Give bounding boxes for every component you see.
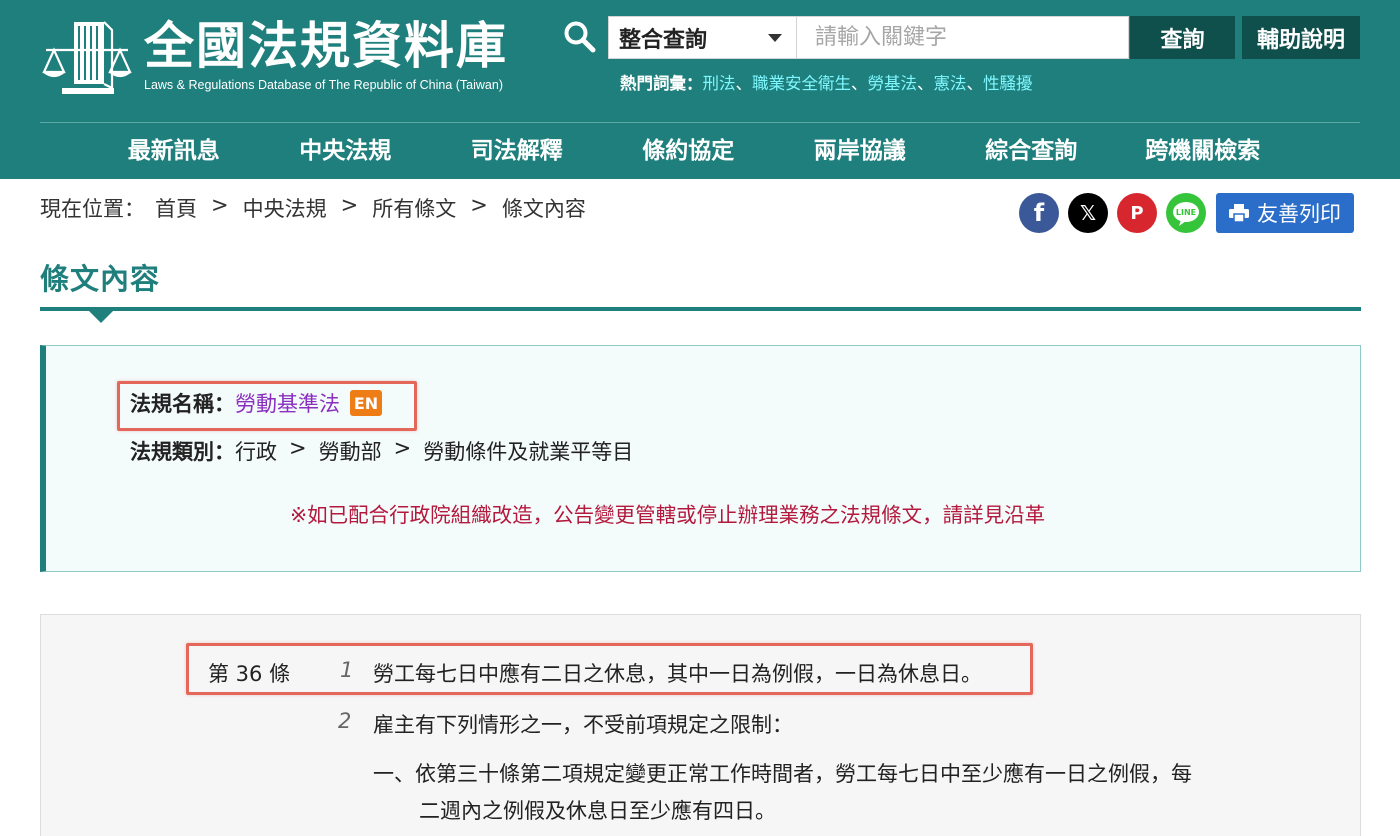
reorganization-notice: ※如已配合行政院組織改造，公告變更管轄或停止辦理業務之法規條文，請詳見沿革 — [290, 503, 1046, 527]
nav-item-integrated-search[interactable]: 綜合查詢 — [946, 128, 1118, 174]
facebook-icon[interactable]: f — [1019, 193, 1059, 233]
highlight-law-name — [117, 381, 417, 431]
site-header: 全國法規資料庫 Laws & Regulations Database of T… — [0, 0, 1400, 179]
breadcrumb: 現在位置： 首頁 > 中央法規 > 所有條文 > 條文內容 — [40, 193, 586, 223]
x-icon[interactable]: 𝕏 — [1068, 193, 1108, 233]
hot-term-link[interactable]: 性騷擾 — [983, 74, 1033, 93]
scales-of-justice-logo-icon — [42, 21, 132, 94]
site-subtitle: Laws & Regulations Database of The Repub… — [144, 78, 503, 92]
hot-term-link[interactable]: 勞基法 — [868, 74, 918, 93]
line-icon[interactable]: LINE — [1166, 193, 1206, 233]
law-category-item: 勞動條件及就業平等目 — [423, 440, 634, 464]
item-text: 一、依第三十條第二項規定變更正常工作時間者，勞工每七日中至少應有一日之例假，每 — [373, 762, 1192, 786]
help-button[interactable]: 輔助說明 — [1242, 16, 1360, 59]
chevron-down-icon — [768, 34, 782, 42]
breadcrumb-separator: > — [340, 193, 359, 217]
plurk-icon[interactable]: P — [1117, 193, 1157, 233]
breadcrumb-label: 現在位置： — [40, 197, 145, 221]
hot-term-separator: 、 — [851, 74, 868, 93]
breadcrumb-home[interactable]: 首頁 — [155, 193, 197, 223]
law-category-separator: > — [393, 436, 412, 460]
hot-term-separator: 、 — [966, 74, 984, 93]
share-bar: f 𝕏 P LINE — [1019, 193, 1215, 233]
paragraph-number: 2 — [338, 709, 352, 733]
line-bubble-icon: LINE — [1173, 202, 1199, 226]
breadcrumb-separator: > — [470, 193, 488, 217]
law-category-item: 勞動部 — [318, 440, 382, 464]
hot-term-separator: 、 — [917, 74, 934, 93]
hot-terms-label: 熱門詞彙： — [620, 74, 703, 93]
breadcrumb-current: 條文內容 — [501, 197, 586, 221]
breadcrumb-all-articles[interactable]: 所有條文 — [372, 193, 456, 223]
site-logo[interactable]: 全國法規資料庫 Laws & Regulations Database of T… — [40, 12, 540, 102]
title-pointer-icon — [89, 311, 113, 323]
nav-item-treaties[interactable]: 條約協定 — [603, 128, 775, 174]
title-underline — [40, 307, 1361, 311]
site-title: 全國法規資料庫 — [144, 17, 508, 75]
item-text-continued: 二週內之例假及休息日至少應有四日。 — [419, 799, 776, 823]
nav-item-judicial-interpretation[interactable]: 司法解釋 — [431, 128, 603, 174]
breadcrumb-central-regulations[interactable]: 中央法規 — [243, 193, 327, 223]
nav-item-cross-strait[interactable]: 兩岸協議 — [774, 128, 946, 174]
query-button[interactable]: 查詢 — [1130, 16, 1235, 59]
hot-term-link[interactable]: 職業安全衛生 — [752, 74, 851, 93]
breadcrumb-separator: > — [211, 193, 229, 217]
hot-terms: 熱門詞彙：刑法、職業安全衛生、勞基法、憲法、性騷擾 — [620, 70, 1033, 94]
main-nav: 最新訊息 中央法規 司法解釋 條約協定 兩岸協議 綜合查詢 跨機關檢索 — [88, 128, 1289, 174]
svg-text:LINE: LINE — [1176, 208, 1196, 217]
law-category-label: 法規類別： — [130, 440, 235, 464]
highlight-article-36 — [186, 643, 1033, 695]
paragraph-text: 雇主有下列情形之一，不受前項規定之限制： — [373, 713, 793, 737]
search-icon — [564, 21, 596, 53]
law-category-row: 法規類別： 行政 > 勞動部 > 勞動條件及就業平等目 — [130, 436, 633, 466]
hot-term-link[interactable]: 刑法 — [703, 74, 736, 93]
hot-term-separator: 、 — [735, 74, 753, 93]
search-scope-select[interactable]: 整合查詢 — [608, 16, 797, 59]
nav-divider — [40, 122, 1360, 123]
search-input[interactable] — [797, 16, 1129, 59]
nav-item-central-regulations[interactable]: 中央法規 — [260, 128, 432, 174]
law-category-item: 行政 — [235, 440, 277, 464]
printer-icon — [1229, 204, 1249, 222]
nav-item-latest-news[interactable]: 最新訊息 — [88, 128, 260, 174]
print-button[interactable]: 友善列印 — [1216, 193, 1354, 233]
law-category-separator: > — [289, 436, 307, 460]
hot-term-link[interactable]: 憲法 — [934, 74, 967, 93]
print-label: 友善列印 — [1257, 202, 1341, 226]
page-title: 條文內容 — [40, 262, 161, 296]
nav-item-cross-agency-search[interactable]: 跨機關檢索 — [1117, 128, 1289, 174]
search-scope-value: 整合查詢 — [619, 27, 708, 53]
